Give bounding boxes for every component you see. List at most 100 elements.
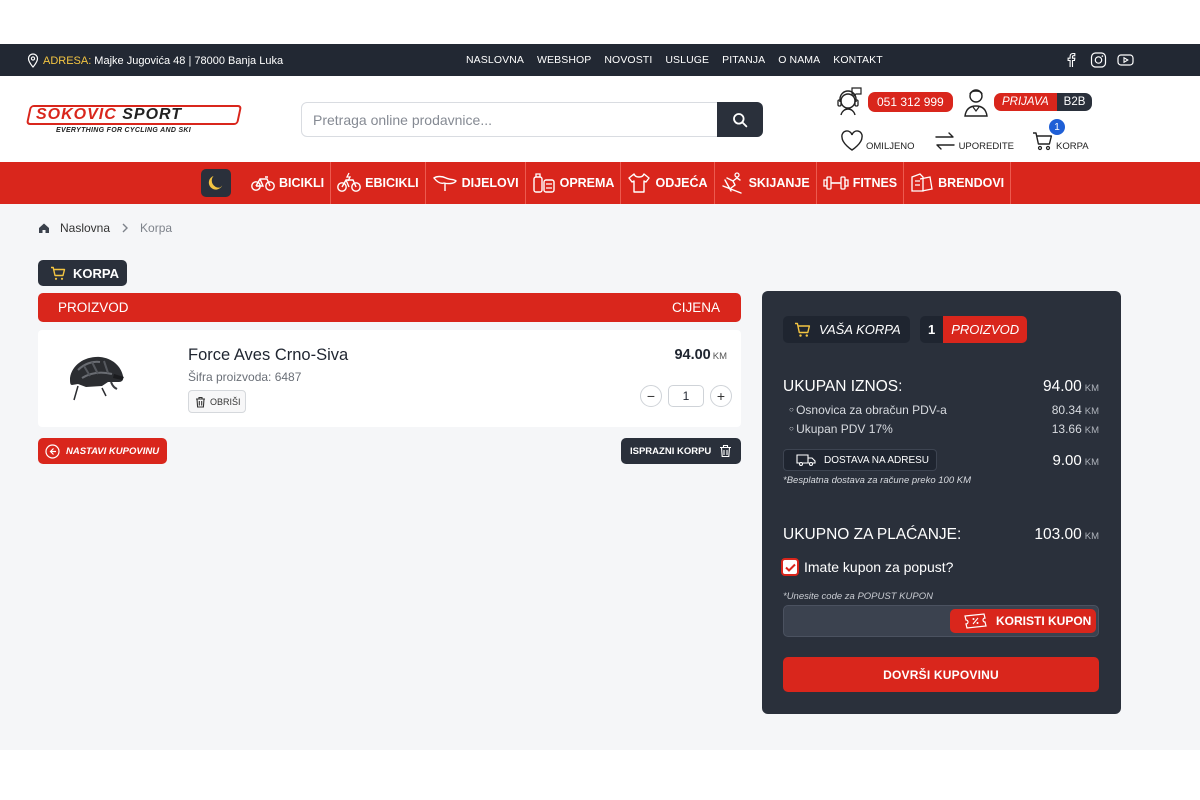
continue-shopping-button[interactable]: NASTAVI KUPOVINU	[38, 438, 167, 464]
nav-naslovna[interactable]: NASLOVNA	[466, 54, 524, 66]
increase-quantity-button[interactable]: +	[710, 385, 732, 407]
dark-mode-toggle[interactable]	[201, 169, 231, 197]
cart-table-header: PROIZVOD CIJENA	[38, 293, 741, 322]
page-title: KORPA	[38, 260, 127, 286]
apply-coupon-button[interactable]: KORISTI KUPON	[950, 609, 1096, 633]
ebike-icon	[337, 172, 362, 192]
coupon-checkbox-label[interactable]: Imate kupon za popust?	[804, 559, 953, 575]
top-bar: ADRESA: Majke Jugovića 48 | 78000 Banja …	[0, 44, 1200, 76]
compare-arrows-icon	[934, 132, 955, 150]
grand-total-value: 103.00	[1034, 526, 1082, 543]
moon-icon	[208, 176, 223, 190]
cart-count-badge: 1	[1049, 119, 1065, 135]
category-oprema[interactable]: OPREMA	[526, 162, 622, 204]
complete-purchase-button[interactable]: DOVRŠI KUPOVINU	[783, 657, 1099, 692]
heart-icon	[841, 130, 863, 151]
delivery-value: 9.00	[1052, 452, 1082, 469]
total-value: 94.00	[1042, 378, 1082, 395]
favorites-link[interactable]: OMILJENO	[840, 130, 915, 152]
vat-row: Ukupan PDV 17% 13.66KM	[783, 422, 1099, 436]
decrease-quantity-button[interactable]: −	[640, 385, 662, 407]
youtube-icon[interactable]	[1117, 52, 1134, 68]
cart-icon	[795, 322, 811, 337]
coupon-checkbox-row: Imate kupon za popust?	[781, 558, 953, 576]
phone-number: 051 312 999	[868, 92, 953, 112]
summary-cart-label: VAŠA KORPA	[783, 316, 910, 343]
compare-label: UPOREDITE	[958, 141, 1014, 152]
compare-link[interactable]: UPOREDITE	[933, 130, 1014, 152]
breadcrumb-home[interactable]: Naslovna	[60, 221, 110, 235]
column-price: CIJENA	[671, 300, 720, 315]
category-skijanje[interactable]: SKIJANJE	[715, 162, 817, 204]
checkmark-icon	[784, 563, 796, 572]
nav-novosti[interactable]: NOVOSTI	[604, 54, 652, 66]
login-button[interactable]: PRIJAVA	[994, 93, 1057, 111]
search-button[interactable]	[717, 102, 763, 137]
category-odjeca[interactable]: ODJEĆA	[621, 162, 715, 204]
coupon-field: KORISTI KUPON	[783, 605, 1099, 637]
category-ebicikli[interactable]: EBICIKLI	[331, 162, 426, 204]
breadcrumb-current: Korpa	[140, 221, 173, 235]
brands-tag-icon	[911, 173, 933, 192]
clothing-icon	[628, 173, 651, 193]
order-summary: VAŠA KORPA 1 PROIZVOD UKUPAN IZNOS: 94.0…	[762, 291, 1121, 714]
b2b-button[interactable]: B2B	[1056, 93, 1093, 111]
home-icon	[39, 223, 49, 233]
search-icon	[733, 112, 748, 127]
vat-value: 13.66	[1051, 422, 1082, 436]
cart-icon	[51, 266, 66, 280]
grand-total-row: UKUPNO ZA PLAĆANJE: 103.00 KM	[783, 526, 1099, 543]
trash-icon	[196, 396, 205, 408]
product-image-helmet[interactable]	[64, 348, 128, 408]
nav-o-nama[interactable]: O NAMA	[778, 54, 820, 66]
phone-contact[interactable]: 051 312 999	[832, 86, 953, 118]
trash-icon	[720, 444, 732, 458]
user-icon	[964, 89, 988, 117]
cart-item: Force Aves Crno-Siva Šifra proizvoda: 64…	[38, 330, 741, 427]
search-bar	[301, 102, 763, 137]
nav-pitanja[interactable]: PITANJA	[722, 54, 765, 66]
empty-cart-button[interactable]: ISPRAZNI KORPU	[621, 438, 741, 464]
category-dijelovi[interactable]: DIJELOVI	[426, 162, 526, 204]
quantity-stepper: − 1 +	[640, 385, 732, 407]
vat-label: Ukupan PDV 17%	[783, 422, 893, 436]
login-b2b: PRIJAVA B2B	[962, 86, 1093, 118]
coupon-input[interactable]	[784, 606, 944, 636]
address-text: Majke Jugovića 48 | 78000 Banja Luka	[94, 54, 284, 67]
facebook-icon[interactable]	[1063, 52, 1080, 68]
quantity-input[interactable]: 1	[668, 385, 704, 407]
product-name[interactable]: Force Aves Crno-Siva	[188, 346, 348, 365]
instagram-icon[interactable]	[1090, 52, 1107, 68]
delivery-row: · 9.00KM	[1052, 452, 1099, 469]
remove-item-button[interactable]: OBRIŠI	[188, 390, 246, 413]
coupon-checkbox[interactable]	[781, 558, 799, 576]
support-agent-icon	[837, 87, 862, 116]
skiing-icon	[721, 172, 742, 194]
gear-equipment-icon	[532, 173, 555, 193]
vat-base-label: Osnovica za obračun PDV-a	[783, 403, 947, 417]
location-pin-icon	[27, 53, 39, 68]
product-price: 94.00 KM	[674, 347, 727, 363]
category-fitnes[interactable]: FITNES	[817, 162, 905, 204]
saddle-icon	[432, 175, 457, 191]
chevron-right-icon	[122, 223, 129, 233]
category-brendovi[interactable]: BRENDOVI	[904, 162, 1012, 204]
cart-link[interactable]: 1 KORPA	[1032, 119, 1089, 152]
nav-usluge[interactable]: USLUGE	[665, 54, 709, 66]
cart-label: KORPA	[1056, 141, 1089, 152]
site-header: SOKOVIĆ SPORT EVERYTHING FOR CYCLING AND…	[0, 76, 1200, 162]
nav-webshop[interactable]: WEBSHOP	[537, 54, 591, 66]
logo-tagline: EVERYTHING FOR CYCLING AND SKI	[56, 127, 192, 134]
site-logo[interactable]: SOKOVIĆ SPORT EVERYTHING FOR CYCLING AND…	[25, 105, 243, 135]
top-nav: NASLOVNA WEBSHOP NOVOSTI USLUGE PITANJA …	[466, 54, 883, 66]
address: ADRESA: Majke Jugovića 48 | 78000 Banja …	[26, 53, 283, 68]
vat-base-value: 80.34	[1051, 403, 1082, 417]
nav-kontakt[interactable]: KONTAKT	[833, 54, 883, 66]
vat-base-row: Osnovica za obračun PDV-a 80.34KM	[783, 403, 1099, 417]
category-bicikli[interactable]: BICIKLI	[245, 162, 332, 204]
column-product: PROIZVOD	[58, 300, 129, 315]
search-input[interactable]	[302, 103, 718, 136]
cart-icon	[1033, 132, 1053, 151]
header-actions: OMILJENO UPOREDITE 1 KORPA	[840, 119, 1089, 152]
category-bar: BICIKLI EBICIKLI DIJELOVI OPREMA ODJEĆA …	[0, 162, 1200, 204]
